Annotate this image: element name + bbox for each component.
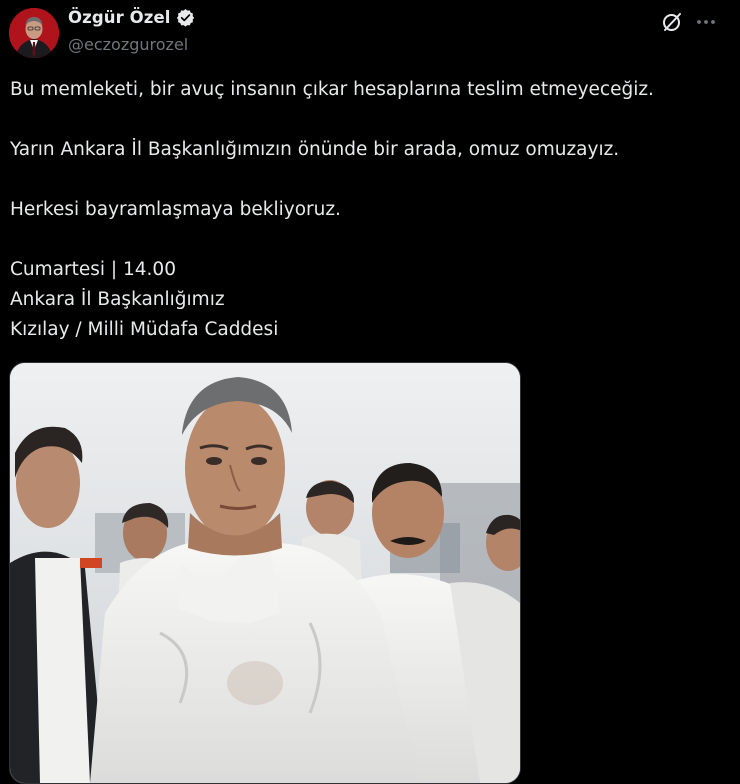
post-text-line: Bu memleketi, bir avuç insanın çıkar hes… [10, 79, 654, 100]
post-text-line: Herkesi bayramlaşmaya bekliyoruz. [10, 199, 341, 220]
verified-badge-icon[interactable] [176, 8, 195, 27]
post-text: Bu memleketi, bir avuç insanın çıkar hes… [10, 75, 730, 345]
post-text-line: Cumartesi | 14.00 [10, 259, 176, 280]
post-header: Özgür Özel @eczozgurozel [0, 0, 740, 64]
author-name-row: Özgür Özel [68, 8, 195, 27]
post-photo[interactable] [9, 362, 521, 784]
author-display-name[interactable]: Özgür Özel [68, 8, 171, 27]
photo-image [10, 363, 520, 783]
post-text-line: Yarın Ankara İl Başkanlığımızın önünde b… [10, 139, 620, 160]
avatar-image [9, 8, 59, 58]
author-handle[interactable]: @eczozgurozel [68, 35, 188, 54]
grok-icon[interactable] [659, 9, 685, 35]
author-avatar[interactable] [9, 8, 59, 58]
more-options-icon[interactable] [693, 9, 719, 35]
post-text-line: Kızılay / Milli Müdafa Caddesi [10, 319, 279, 340]
post-text-line: Ankara İl Başkanlığımız [10, 289, 225, 310]
